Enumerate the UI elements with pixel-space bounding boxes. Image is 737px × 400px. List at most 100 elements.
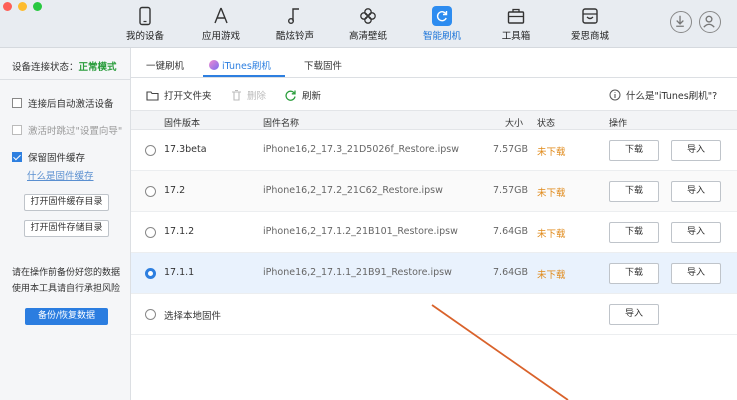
- nav-label: 高清壁纸: [348, 31, 387, 42]
- flash-mode-tabs: 一键刷机 iTunes刷机 下载固件: [131, 48, 737, 78]
- nav-item-wallpapers[interactable]: 高清壁纸: [337, 0, 399, 48]
- download-button[interactable]: 下载: [609, 181, 659, 202]
- download-manager-button[interactable]: [670, 11, 692, 33]
- checkbox[interactable]: [12, 152, 22, 162]
- toolbar-label: 刷新: [302, 91, 322, 102]
- import-button[interactable]: 导入: [671, 263, 721, 284]
- delete-button: 删除: [231, 88, 266, 102]
- firmware-version: 17.3beta: [164, 144, 207, 155]
- top-navigation-bar: 我的设备 应用游戏 酷炫铃声 高清壁纸 智能刷机 工具箱 爱思商城: [0, 0, 737, 48]
- row-radio[interactable]: [145, 309, 156, 320]
- nav-item-shop[interactable]: 爱思商城: [559, 0, 621, 48]
- header-size: 大小: [505, 119, 524, 129]
- local-firmware-label: 选择本地固件: [164, 311, 222, 322]
- info-icon: [609, 89, 621, 101]
- nav-item-smart-flash[interactable]: 智能刷机: [411, 0, 473, 48]
- window-controls: [3, 2, 42, 11]
- toolbar-label: 打开文件夹: [164, 91, 212, 102]
- download-button[interactable]: 下载: [609, 263, 659, 284]
- toolbar-label: 什么是"iTunes刷机"?: [626, 91, 718, 102]
- firmware-name: iPhone16,2_17.1.2_21B101_Restore.ipsw: [263, 226, 458, 237]
- open-cache-dir-button[interactable]: 打开固件缓存目录: [24, 194, 109, 211]
- trash-icon: [232, 89, 241, 101]
- header-action: 操作: [609, 119, 628, 129]
- download-button[interactable]: 下载: [609, 140, 659, 161]
- firmware-size: 7.64GB: [493, 267, 529, 278]
- music-note-icon: [288, 8, 299, 24]
- nav-item-my-device[interactable]: 我的设备: [114, 0, 176, 48]
- refresh-button[interactable]: 刷新: [284, 88, 321, 102]
- nav-label: 爱思商城: [570, 31, 609, 42]
- checkbox[interactable]: [12, 98, 22, 108]
- header-version: 固件版本: [164, 119, 201, 129]
- toolbar: 打开文件夹 删除 刷新 什么是"iTunes刷机"?: [131, 78, 737, 110]
- table-row[interactable]: 17.1.1 iPhone16,2_17.1.1_21B91_Restore.i…: [131, 253, 737, 294]
- tab-one-click-flash[interactable]: 一键刷机: [146, 58, 184, 72]
- row-radio[interactable]: [145, 145, 156, 156]
- flower-icon: [360, 8, 376, 24]
- table-row[interactable]: 17.1.2 iPhone16,2_17.1.2_21B101_Restore.…: [131, 212, 737, 253]
- nav-label: 应用游戏: [201, 31, 240, 42]
- tab-download-firmware[interactable]: 下载固件: [304, 58, 342, 72]
- table-row[interactable]: 17.2 iPhone16,2_17.2_21C62_Restore.ipsw …: [131, 171, 737, 212]
- window-minimize-button[interactable]: [18, 2, 27, 11]
- nav-item-apps[interactable]: 应用游戏: [190, 0, 252, 48]
- nav-item-ringtones[interactable]: 酷炫铃声: [264, 0, 326, 48]
- active-tab-indicator: [203, 75, 285, 77]
- annotation-arrow: [431, 304, 569, 400]
- header-status: 状态: [537, 119, 556, 129]
- itunes-flash-help-link[interactable]: 什么是"iTunes刷机"?: [609, 88, 717, 102]
- app-store-icon: [214, 7, 228, 24]
- nav-item-toolbox[interactable]: 工具箱: [485, 0, 547, 48]
- row-radio[interactable]: [145, 268, 156, 279]
- firmware-table-header: 固件版本 固件名称 大小 状态 操作: [131, 110, 737, 130]
- firmware-version: 17.1.2: [164, 226, 195, 237]
- download-status: 未下载: [537, 229, 566, 240]
- download-status: 未下载: [537, 188, 566, 199]
- connection-status: 设备连接状态：正常模式: [12, 59, 117, 73]
- download-button[interactable]: 下载: [609, 222, 659, 243]
- nav-label: 我的设备: [125, 31, 164, 42]
- tab-label: iTunes刷机: [222, 61, 271, 72]
- import-button[interactable]: 导入: [671, 222, 721, 243]
- open-folder-button[interactable]: 打开文件夹: [146, 88, 212, 102]
- open-storage-dir-button[interactable]: 打开固件存储目录: [24, 220, 109, 237]
- nav-label: 工具箱: [501, 31, 531, 42]
- firmware-name: iPhone16,2_17.3_21D5026f_Restore.ipsw: [263, 144, 460, 155]
- firmware-name: iPhone16,2_17.1.1_21B91_Restore.ipsw: [263, 267, 452, 278]
- import-button[interactable]: 导入: [671, 181, 721, 202]
- tab-itunes-flash[interactable]: iTunes刷机: [209, 58, 271, 72]
- connection-status-label: 设备连接状态：: [12, 62, 79, 73]
- window-maximize-button[interactable]: [33, 2, 42, 11]
- row-radio[interactable]: [145, 227, 156, 238]
- firmware-cache-help-link[interactable]: 什么是固件缓存: [27, 168, 94, 182]
- refresh-icon: [285, 90, 296, 101]
- checkbox: [12, 125, 22, 135]
- download-status: 未下载: [537, 270, 566, 281]
- connection-status-value: 正常模式: [78, 62, 117, 73]
- firmware-size: 7.64GB: [493, 226, 529, 237]
- option-auto-activate[interactable]: 连接后自动激活设备: [12, 96, 114, 110]
- table-row[interactable]: 17.3beta iPhone16,2_17.3_21D5026f_Restor…: [131, 130, 737, 171]
- option-label: 激活时跳过"设置向导": [28, 126, 123, 137]
- shop-icon: [582, 8, 598, 24]
- firmware-size: 7.57GB: [493, 185, 529, 196]
- import-local-button[interactable]: 导入: [609, 304, 659, 325]
- divider: [0, 79, 131, 80]
- import-button[interactable]: 导入: [671, 140, 721, 161]
- header-name: 固件名称: [263, 119, 300, 129]
- row-radio[interactable]: [145, 186, 156, 197]
- folder-icon: [146, 90, 159, 101]
- toolbox-icon: [507, 8, 525, 24]
- user-icon: [703, 15, 715, 28]
- option-label: 连接后自动激活设备: [28, 99, 114, 110]
- account-button[interactable]: [699, 11, 721, 33]
- backup-restore-button[interactable]: 备份/恢复数据: [25, 308, 108, 325]
- firmware-version: 17.2: [164, 185, 186, 196]
- option-label: 保留固件缓存: [28, 153, 86, 164]
- firmware-size: 7.57GB: [493, 144, 529, 155]
- option-keep-firmware-cache[interactable]: 保留固件缓存: [12, 150, 85, 164]
- refresh-box-icon: [432, 6, 452, 26]
- window-close-button[interactable]: [3, 2, 12, 11]
- sidebar: 设备连接状态：正常模式 连接后自动激活设备 激活时跳过"设置向导" 保留固件缓存…: [0, 48, 131, 400]
